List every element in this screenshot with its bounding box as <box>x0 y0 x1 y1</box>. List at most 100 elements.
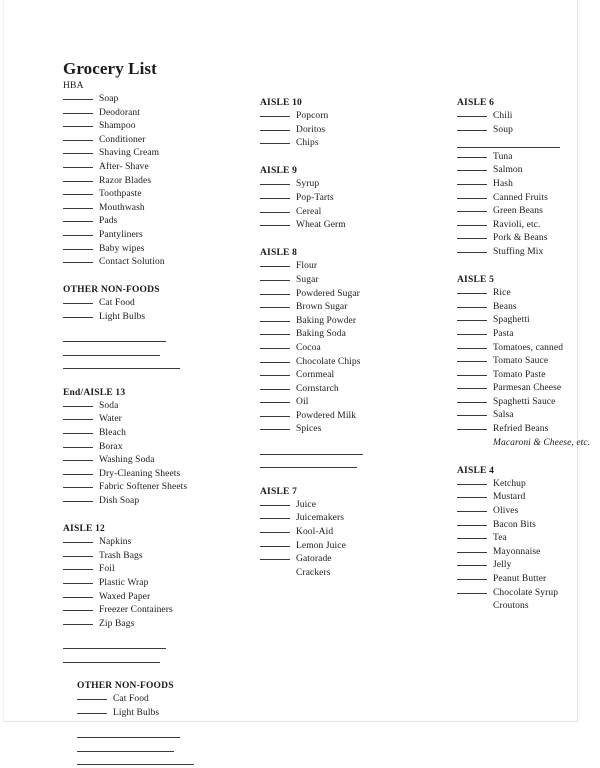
checkbox-rule[interactable] <box>260 116 290 117</box>
list-item[interactable]: Cereal <box>260 206 445 220</box>
checkbox-rule[interactable] <box>457 129 487 131</box>
list-item[interactable]: Brown Sugar <box>260 301 445 315</box>
checkbox-rule[interactable] <box>63 166 93 168</box>
list-item[interactable]: Fabric Softener Sheets <box>63 481 248 495</box>
checkbox-rule[interactable] <box>260 225 290 227</box>
list-item[interactable]: Green Beans <box>457 205 597 219</box>
checkbox-rule[interactable] <box>457 497 487 499</box>
checkbox-rule[interactable] <box>457 538 487 540</box>
checkbox-rule[interactable] <box>63 596 93 598</box>
checkbox-rule[interactable] <box>260 320 290 322</box>
list-item[interactable]: Tuna <box>457 151 597 165</box>
list-item[interactable]: Crackers <box>260 567 445 581</box>
checkbox-rule[interactable] <box>457 251 487 253</box>
list-item[interactable]: Salsa <box>457 409 597 423</box>
checkbox-rule[interactable] <box>63 316 93 318</box>
checkbox-rule[interactable] <box>457 116 487 117</box>
checkbox-rule[interactable] <box>77 699 107 701</box>
list-item[interactable]: Peanut Butter <box>457 573 597 587</box>
list-item[interactable]: Salmon <box>457 164 597 178</box>
list-item[interactable]: Razor Blades <box>63 175 248 189</box>
list-item[interactable]: Powdered Milk <box>260 410 445 424</box>
list-item[interactable]: Bacon Bits <box>457 519 597 533</box>
list-item[interactable]: Borax <box>63 441 248 455</box>
checkbox-rule[interactable] <box>63 473 93 475</box>
checkbox-rule[interactable] <box>260 307 290 309</box>
list-item[interactable]: Doritos <box>260 124 445 138</box>
write-in-line[interactable] <box>77 727 248 741</box>
checkbox-rule[interactable] <box>457 211 487 213</box>
list-item[interactable]: Conditioner <box>63 134 248 148</box>
list-item[interactable]: Powdered Sugar <box>260 288 445 302</box>
list-item[interactable]: Syrup <box>260 178 445 192</box>
checkbox-rule[interactable] <box>457 401 487 403</box>
checkbox-rule[interactable] <box>63 405 93 407</box>
list-item[interactable]: Chips <box>260 137 445 151</box>
list-item[interactable]: Cat Food <box>63 297 248 311</box>
checkbox-rule[interactable] <box>77 712 107 714</box>
checkbox-rule[interactable] <box>260 293 290 295</box>
list-item[interactable]: Washing Soda <box>63 454 248 468</box>
checkbox-rule[interactable] <box>260 211 290 213</box>
list-item[interactable]: Dry-Cleaning Sheets <box>63 468 248 482</box>
list-item[interactable]: Soda <box>63 400 248 414</box>
checkbox-rule[interactable] <box>457 170 487 172</box>
list-item[interactable]: Beans <box>457 301 597 315</box>
list-item[interactable]: Parmesan Cheese <box>457 382 597 396</box>
list-item[interactable]: Lemon Juice <box>260 540 445 554</box>
list-item[interactable]: Foil <box>63 563 248 577</box>
list-item[interactable]: Macaroni & Cheese, etc. <box>457 437 597 451</box>
checkbox-rule[interactable] <box>260 415 290 417</box>
list-item[interactable]: Napkins <box>63 536 248 550</box>
list-item[interactable]: Baking Powder <box>260 315 445 329</box>
list-item[interactable]: Cornmeal <box>260 369 445 383</box>
list-item[interactable]: Spaghetti <box>457 314 597 328</box>
checkbox-rule[interactable] <box>63 501 93 503</box>
list-item[interactable]: Juice <box>260 499 445 513</box>
checkbox-rule[interactable] <box>63 194 93 196</box>
checkbox-rule[interactable] <box>63 542 93 544</box>
checkbox-rule[interactable] <box>260 429 290 431</box>
checkbox-rule[interactable] <box>260 184 290 186</box>
list-item[interactable]: Chocolate Chips <box>260 356 445 370</box>
list-item[interactable]: Waxed Paper <box>63 591 248 605</box>
write-in-line[interactable] <box>260 458 445 472</box>
list-item[interactable]: Gatorade <box>260 553 445 567</box>
list-item[interactable]: Light Bulbs <box>77 707 248 721</box>
checkbox-rule[interactable] <box>260 266 290 268</box>
checkbox-rule[interactable] <box>63 419 93 421</box>
checkbox-rule[interactable] <box>457 306 487 308</box>
write-in-line[interactable] <box>457 137 597 151</box>
list-item[interactable]: Mouthwash <box>63 202 248 216</box>
checkbox-rule[interactable] <box>63 112 93 114</box>
write-in-line[interactable] <box>63 332 248 346</box>
list-item[interactable]: Juicemakers <box>260 512 445 526</box>
checkbox-rule[interactable] <box>260 559 290 561</box>
checkbox-rule[interactable] <box>63 207 93 209</box>
list-item[interactable]: Contact Solution <box>63 256 248 270</box>
checkbox-rule[interactable] <box>63 610 93 612</box>
checkbox-rule[interactable] <box>457 565 487 567</box>
checkbox-rule[interactable] <box>63 139 93 141</box>
checkbox-rule[interactable] <box>260 129 290 131</box>
write-in-line[interactable] <box>63 652 248 666</box>
checkbox-rule[interactable] <box>457 224 487 226</box>
list-item[interactable]: Tomatoes, canned <box>457 342 597 356</box>
list-item[interactable]: Baking Soda <box>260 328 445 342</box>
checkbox-rule[interactable] <box>457 592 487 594</box>
checkbox-rule[interactable] <box>260 402 290 404</box>
checkbox-rule[interactable] <box>63 180 93 182</box>
list-item[interactable]: Kool-Aid <box>260 526 445 540</box>
list-item[interactable]: Water <box>63 413 248 427</box>
checkbox-rule[interactable] <box>260 375 290 377</box>
checkbox-rule[interactable] <box>260 532 290 534</box>
list-item[interactable]: Pantyliners <box>63 229 248 243</box>
checkbox-rule[interactable] <box>457 320 487 322</box>
list-item[interactable]: Baby wipes <box>63 243 248 257</box>
list-item[interactable]: Cocoa <box>260 342 445 356</box>
checkbox-rule[interactable] <box>260 545 290 547</box>
list-item[interactable]: Cat Food <box>77 693 248 707</box>
list-item[interactable]: Pads <box>63 215 248 229</box>
checkbox-rule[interactable] <box>260 504 290 506</box>
checkbox-rule[interactable] <box>457 579 487 580</box>
